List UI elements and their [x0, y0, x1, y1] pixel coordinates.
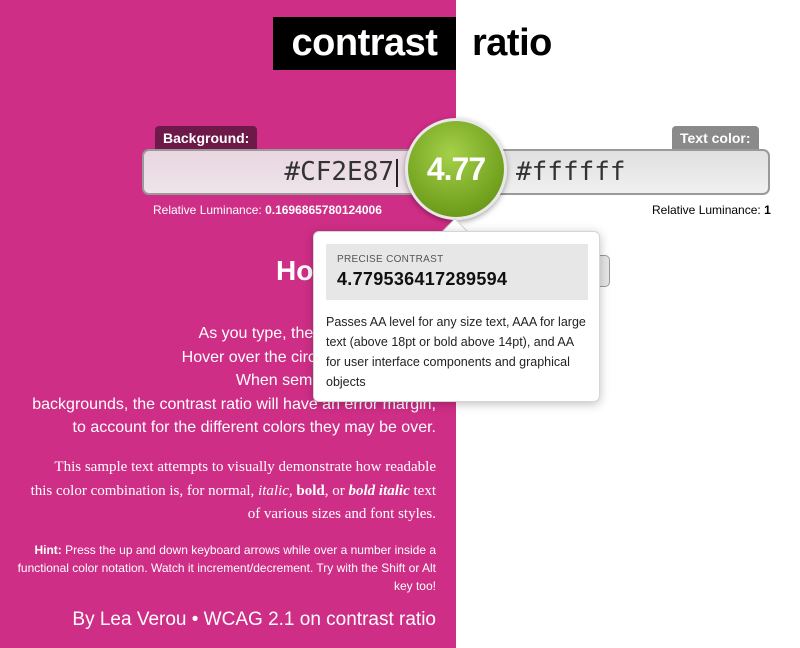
text-color-luminance-value: 1: [764, 203, 771, 217]
background-color-input[interactable]: #CF2E87: [142, 149, 426, 195]
sample-line: of various sizes and font styles.: [247, 506, 436, 522]
text-color-luminance-label: Relative Luminance:: [652, 203, 761, 217]
text-color-luminance: Relative Luminance: 1: [652, 203, 771, 217]
sample-text-bold: bold: [296, 482, 325, 499]
sample-line: this color combination is, for normal, i…: [16, 480, 436, 504]
wcag-level-description: Passes AA level for any size text, AAA f…: [326, 315, 586, 389]
section-heading: Ho: [276, 255, 314, 286]
background-luminance-label: Relative Luminance:: [153, 203, 262, 217]
precise-contrast-label: PRECISE CONTRAST: [337, 254, 444, 265]
text-caret: [396, 158, 398, 187]
hint-body: Press the up and down keyboard arrows wh…: [17, 543, 436, 593]
sample-text-bold-italic: bold italic: [348, 482, 410, 499]
page-title-contrast: contrast: [273, 17, 456, 70]
sample-text-normal: this color combination is, for normal,: [30, 482, 259, 499]
sample-separator: , or: [324, 482, 349, 499]
precise-contrast-box: PRECISE CONTRAST 4.779536417289594: [326, 244, 588, 300]
hint-text: Hint: Press the up and down keyboard arr…: [16, 541, 436, 595]
sample-text-italic: italic: [258, 482, 289, 499]
sample-text-normal: text: [409, 482, 437, 499]
sample-line: This sample text attempts to visually de…: [54, 459, 436, 475]
background-color-value: #CF2E87: [284, 157, 394, 187]
hint-label: Hint:: [34, 543, 62, 557]
text-color-input[interactable]: #ffffff: [488, 149, 770, 195]
background-luminance-value: 0.1696865780124006: [265, 203, 382, 217]
sample-text: This sample text attempts to visually de…: [16, 456, 436, 527]
footer-byline[interactable]: By Lea Verou • WCAG 2.1 on contrast rati…: [0, 609, 436, 631]
text-color-value: #ffffff: [516, 157, 626, 187]
precise-contrast-value: 4.779536417289594: [337, 269, 508, 289]
background-luminance: Relative Luminance: 0.1696865780124006: [153, 203, 382, 217]
intro-line: to account for the different colors they…: [72, 419, 436, 436]
background-label: Background:: [155, 126, 258, 150]
page-title-ratio: ratio: [472, 22, 552, 64]
text-color-label: Text color:: [672, 126, 759, 150]
contrast-popover: PRECISE CONTRAST 4.779536417289594 Passe…: [313, 231, 600, 402]
contrast-ratio-circle[interactable]: 4.77: [405, 118, 507, 220]
